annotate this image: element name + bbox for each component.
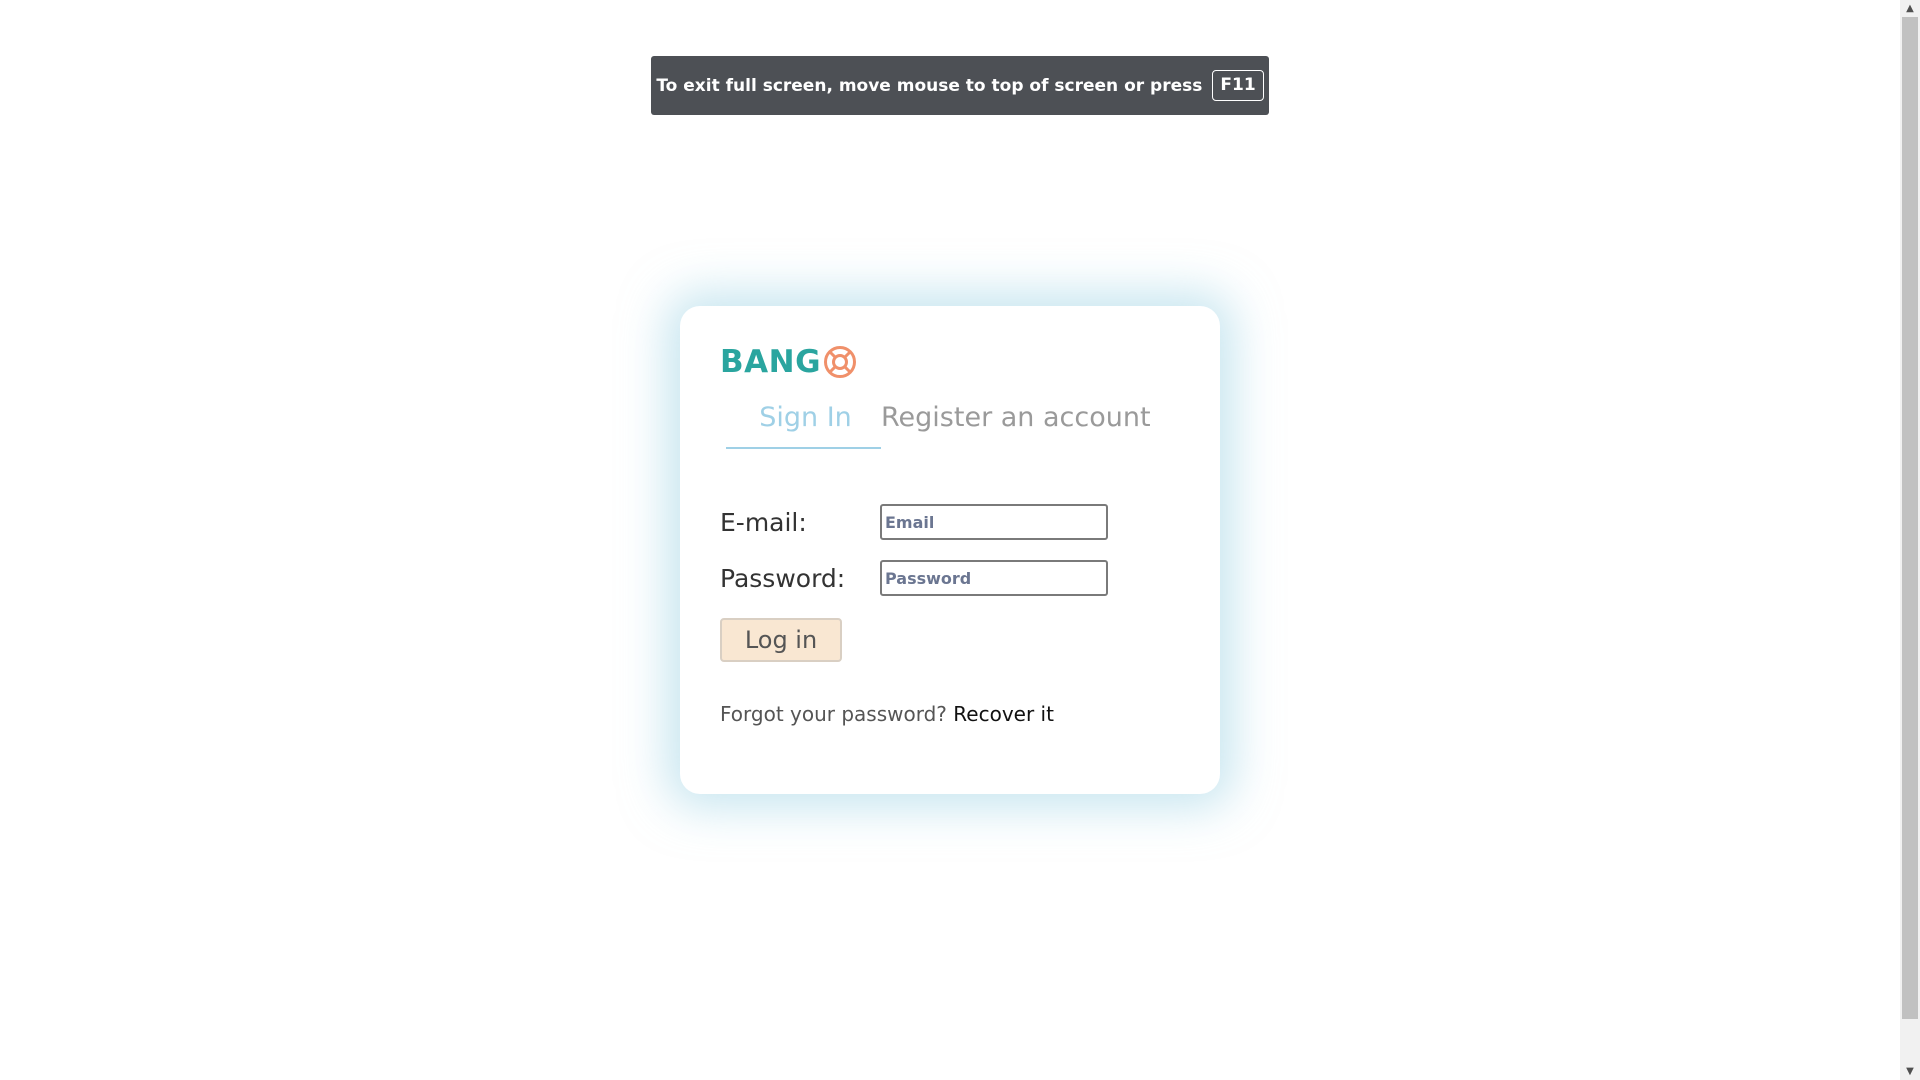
email-field[interactable] [880,504,1108,540]
password-field[interactable] [880,560,1108,596]
tab-sign-in[interactable]: Sign In [726,402,881,449]
forgot-password-prompt: Forgot your password? [720,702,947,726]
lifebuoy-icon [824,346,857,378]
email-label: E-mail: [720,507,807,537]
fullscreen-notice: To exit full screen, move mouse to top o… [651,56,1269,115]
tab-register[interactable]: Register an account [881,402,1151,447]
fullscreen-notice-message: To exit full screen, move mouse to top o… [656,75,1203,96]
brand-name: BANG [720,344,822,380]
page-viewport: To exit full screen, move mouse to top o… [0,0,1900,1080]
vertical-scrollbar[interactable]: ▲ ▼ [1900,0,1920,1080]
password-recovery: Forgot your password? Recover it [720,702,1054,726]
email-row: E-mail: [720,504,1108,540]
recover-password-link[interactable]: Recover it [953,702,1054,726]
brand-logo: BANG [720,344,857,380]
password-label: Password: [720,563,846,593]
f11-key-badge: F11 [1212,70,1264,101]
auth-tabs: Sign In Register an account [726,402,1151,449]
login-button[interactable]: Log in [720,618,842,662]
login-card: BANG Sign In Register an account E-mail:… [680,306,1220,794]
password-row: Password: [720,560,1108,596]
scroll-up-arrow[interactable]: ▲ [1900,0,1920,17]
scroll-thumb[interactable] [1902,17,1918,1019]
scroll-down-arrow[interactable]: ▼ [1900,1063,1920,1080]
